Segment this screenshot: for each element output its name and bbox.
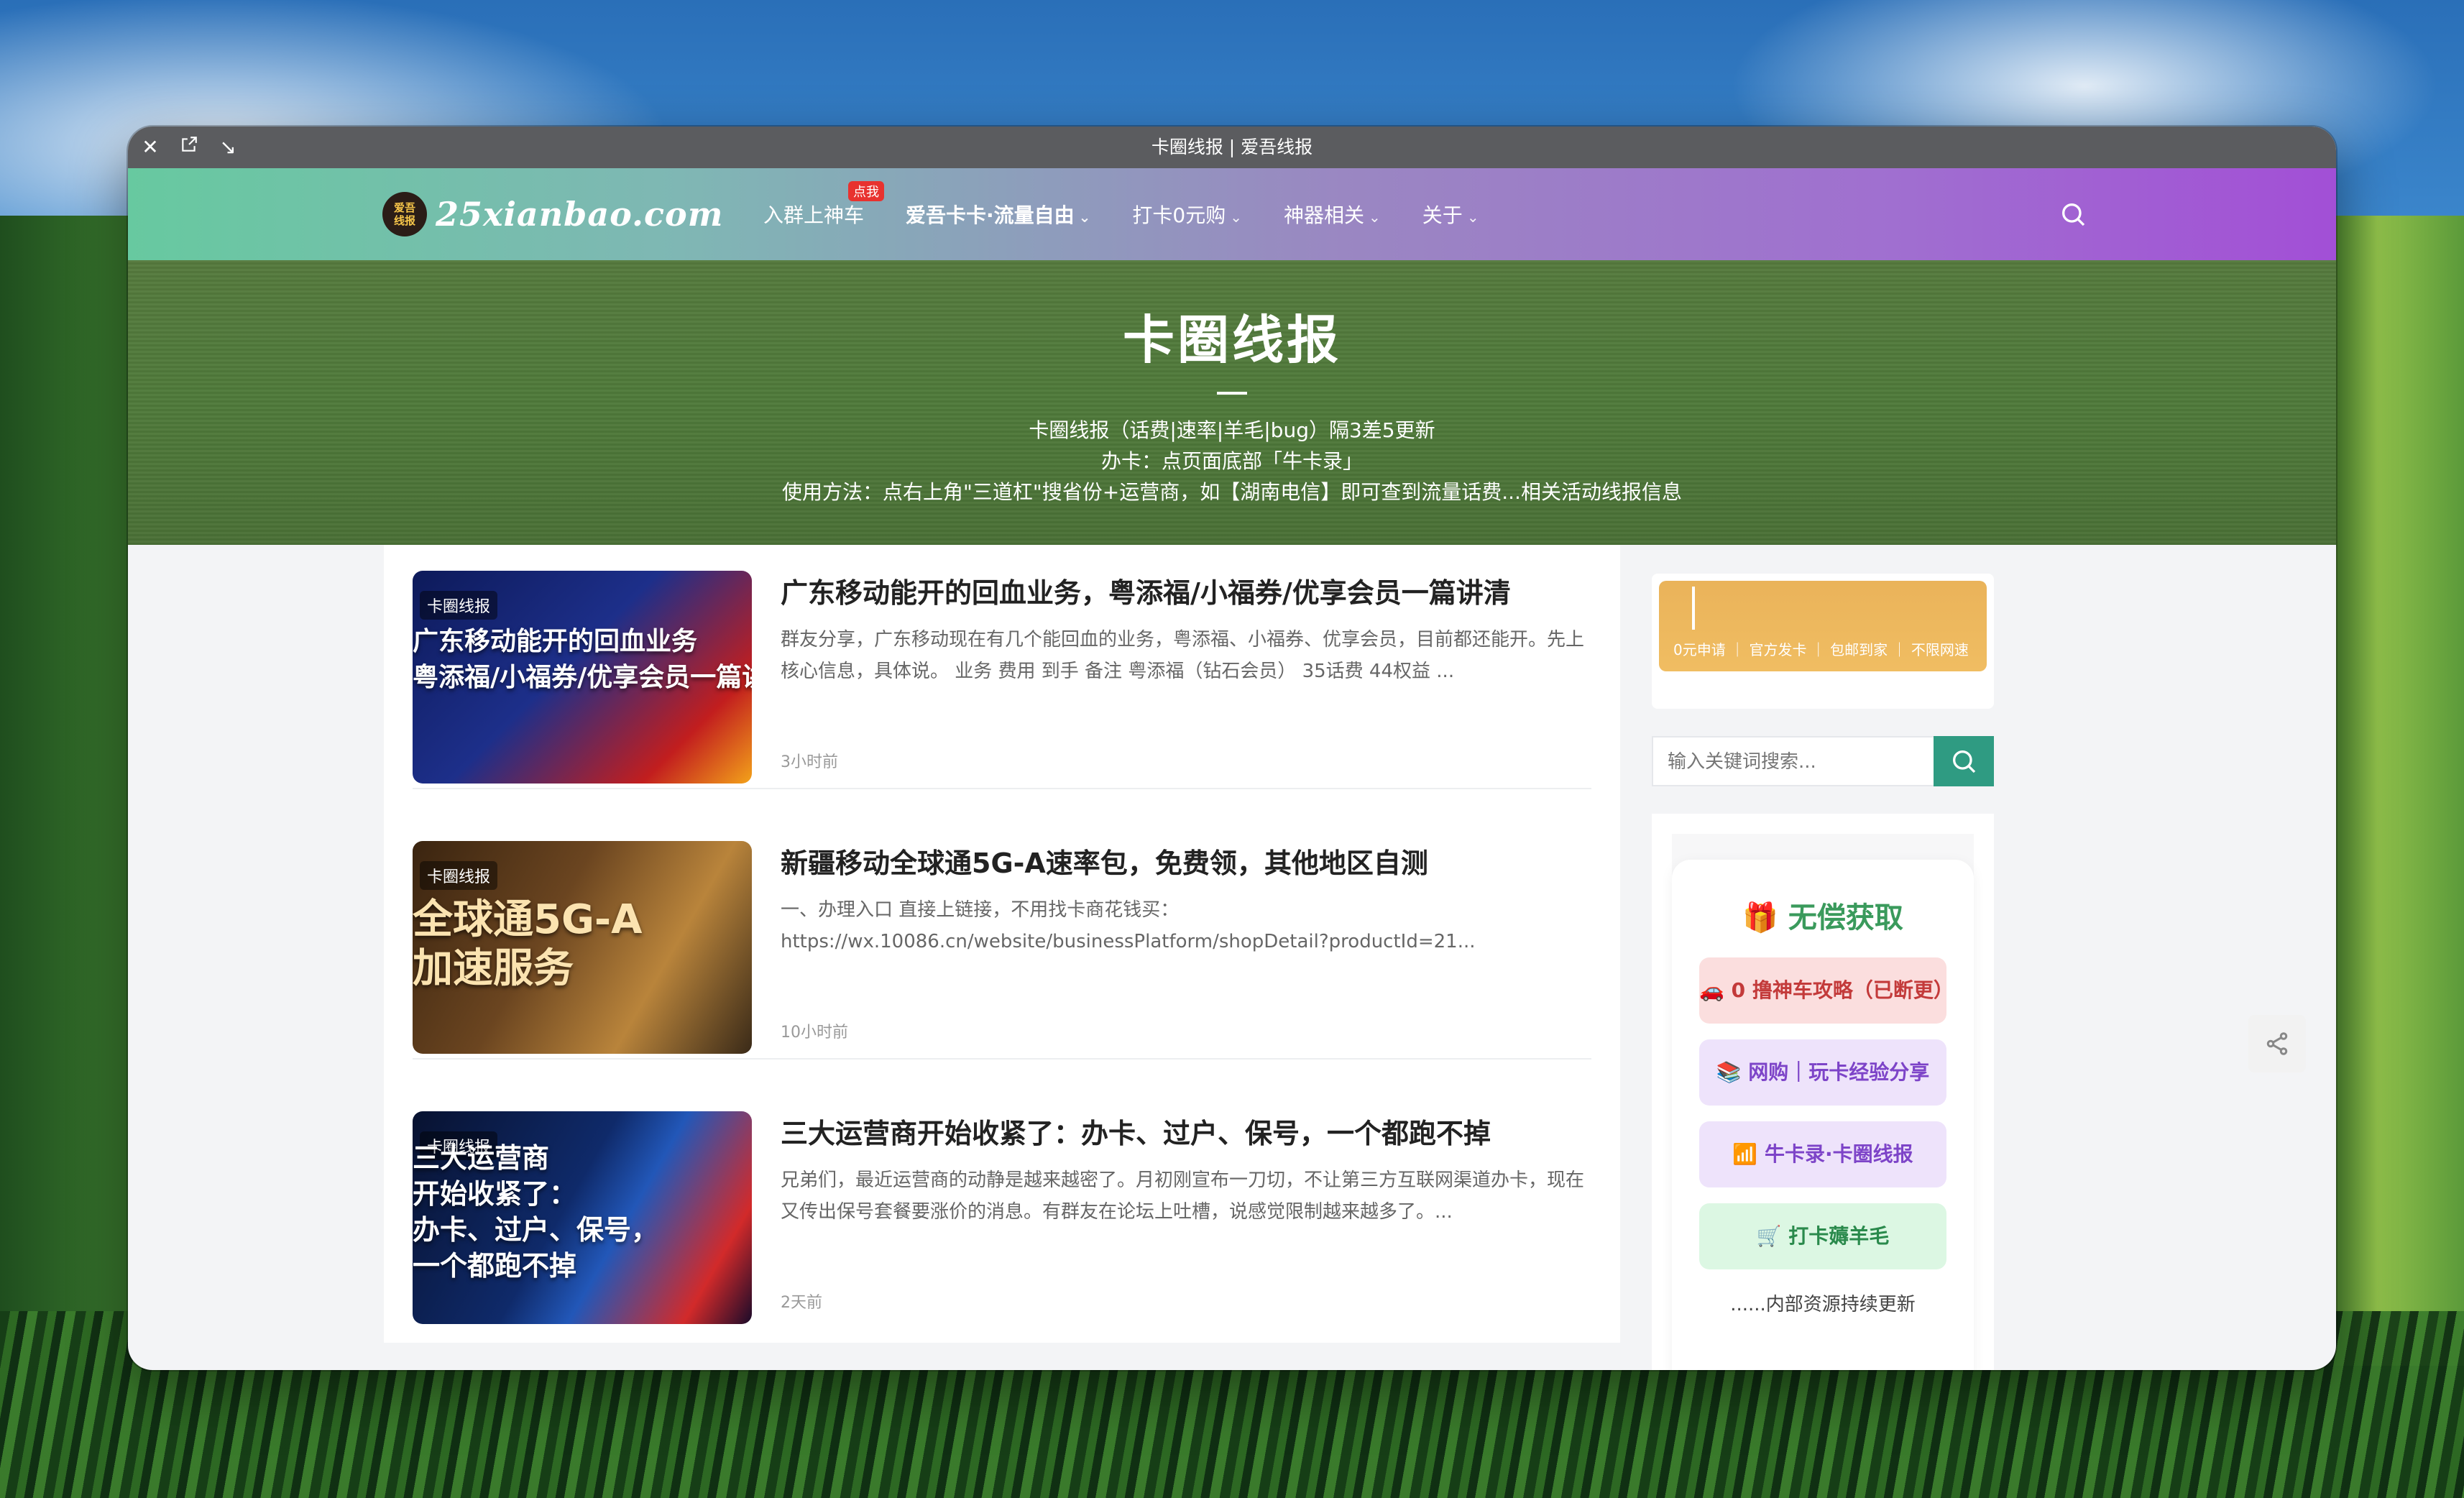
post-thumbnail[interactable]: 卡圈线报 全球通5G-A 加速服务: [413, 841, 752, 1054]
post-time: 2天前: [781, 1294, 822, 1312]
thumbnail-text: 广东移动能开的回血业务 粤添福/小福券/优享会员一篇讲清: [413, 627, 752, 692]
search-icon: [1953, 750, 1976, 773]
ad-accent-bar: [1692, 587, 1695, 630]
category-tag: 卡圈线报: [420, 861, 498, 890]
ad-text: 0元申请 ｜ 官方发卡 ｜ 包邮到家 ｜ 不限网速: [1673, 641, 1969, 658]
post-thumbnail[interactable]: 卡圈线报 广东移动能开的回血业务 粤添福/小福券/优享会员一篇讲清: [413, 571, 752, 784]
resource-note: ......内部资源持续更新: [1730, 1294, 1916, 1315]
search-button[interactable]: [1934, 736, 1994, 786]
post-excerpt: 一、办理入口 直接上链接，不用找卡商花钱买： https://wx.10086.…: [781, 899, 1476, 952]
free-title: 🎁 无偿获取: [1742, 901, 1903, 934]
post-title[interactable]: 三大运营商开始收紧了：办卡、过户、保号，一个都跑不掉: [781, 1111, 1586, 1151]
free-resources-card-bg: 🎁 无偿获取 🚗 0 撸神车攻略（已断更） 📚 网购｜玩卡经验分享 📶 牛卡录·…: [1672, 834, 1974, 1370]
content-clip: 卡圈线报 广东移动能开的回血业务 粤添福/小福券/优享会员一篇讲清 广东移动能开…: [128, 127, 2336, 1370]
post-title[interactable]: 新疆移动全球通5G-A速率包，免费领，其他地区自测: [781, 841, 1586, 881]
sidebar-search: [1652, 736, 1994, 786]
search-input[interactable]: [1653, 737, 1957, 786]
post-title[interactable]: 广东移动能开的回血业务，粤添福/小福券/优享会员一篇讲清: [781, 571, 1586, 610]
desktop-wallpaper-right: [2320, 216, 2464, 1366]
thumbnail-text: 全球通5G-A 加速服务: [413, 896, 643, 992]
card-records-button[interactable]: 📶 牛卡录·卡圈线报: [1699, 1121, 1946, 1187]
share-button[interactable]: [2248, 1015, 2306, 1072]
list-item[interactable]: 卡圈线报 全球通5G-A 加速服务 新疆移动全球通5G-A速率包，免费领，其他地…: [413, 815, 1591, 1060]
post-list: 卡圈线报 广东移动能开的回血业务 粤添福/小福券/优享会员一篇讲清 广东移动能开…: [384, 545, 1620, 1343]
desktop-wallpaper-left: [0, 216, 144, 1366]
post-excerpt: 兄弟们，最近运营商的动静是越来越密了。月初刚宣布一刀切，不让第三方互联网渠道办卡…: [781, 1170, 1585, 1223]
shopping-tips-button[interactable]: 📚 网购｜玩卡经验分享: [1699, 1039, 1946, 1106]
post-thumbnail[interactable]: 卡圈线报 三大运营商 开始收紧了： 办卡、过户、保号， 一个都跑不掉: [413, 1111, 752, 1324]
deals-button[interactable]: 🛒 打卡薅羊毛: [1699, 1203, 1946, 1269]
thumbnail-text: 三大运营商 开始收紧了： 办卡、过户、保号， 一个都跑不掉: [413, 1142, 659, 1282]
post-excerpt: 群友分享，广东移动现在有几个能回血的业务，粤添福、小福券、优享会员，目前都还能开…: [781, 629, 1585, 682]
sidebar-ad-banner[interactable]: 0元申请 ｜ 官方发卡 ｜ 包邮到家 ｜ 不限网速: [1652, 574, 1994, 709]
sidebar-widget: 🎁 无偿获取 🚗 0 撸神车攻略（已断更） 📚 网购｜玩卡经验分享 📶 牛卡录·…: [1652, 814, 1994, 1370]
list-item[interactable]: 卡圈线报 广东移动能开的回血业务 粤添福/小福券/优享会员一篇讲清 广东移动能开…: [413, 545, 1591, 789]
post-time: 3小时前: [781, 753, 838, 771]
share-icon: [2266, 1032, 2288, 1055]
ad-image: 0元申请 ｜ 官方发卡 ｜ 包邮到家 ｜ 不限网速: [1659, 581, 1987, 671]
free-resources-card: 🎁 无偿获取 🚗 0 撸神车攻略（已断更） 📚 网购｜玩卡经验分享 📶 牛卡录·…: [1672, 860, 1974, 1370]
list-item[interactable]: 卡圈线报 三大运营商 开始收紧了： 办卡、过户、保号， 一个都跑不掉 三大运营商…: [413, 1085, 1591, 1328]
post-time: 10小时前: [781, 1024, 848, 1042]
car-guide-button[interactable]: 🚗 0 撸神车攻略（已断更）: [1699, 957, 1954, 1024]
category-tag: 卡圈线报: [420, 591, 498, 620]
